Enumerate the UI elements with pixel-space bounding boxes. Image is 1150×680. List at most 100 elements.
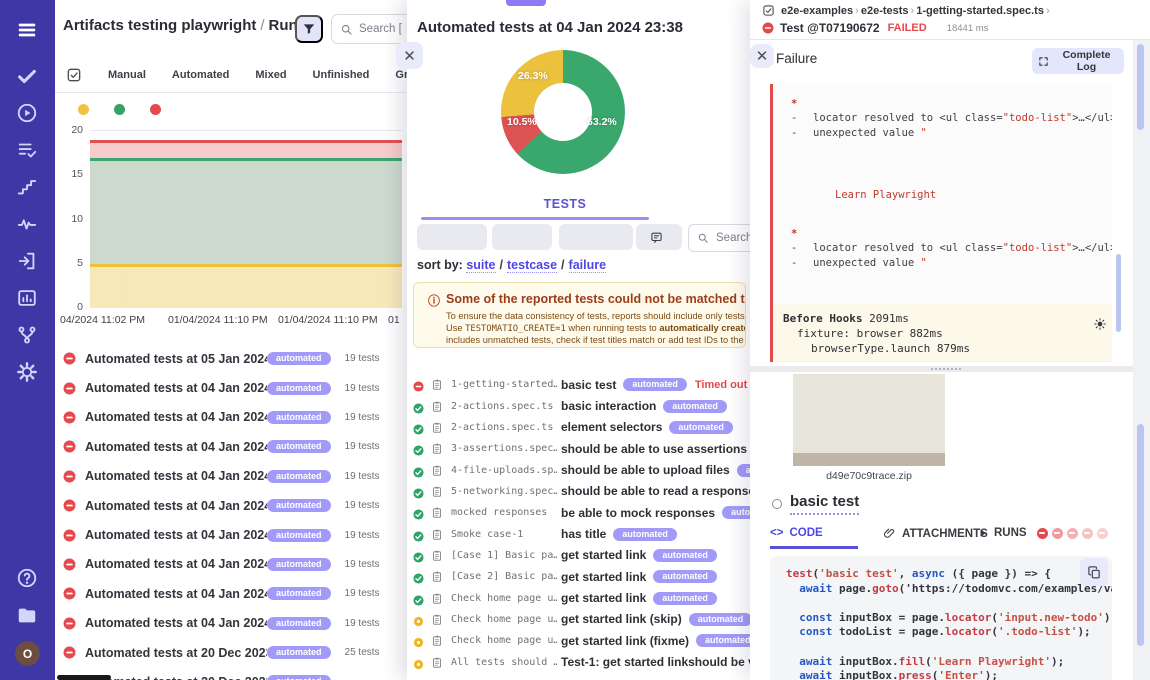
- breadcrumb-separator: /: [260, 17, 265, 34]
- copy-code-button[interactable]: [1080, 558, 1108, 586]
- test-list-item[interactable]: All tests should … Test-1: get started l…: [407, 651, 750, 672]
- run-list-item[interactable]: Automated tests at 05 Jan 2024 00:34 aut…: [55, 344, 410, 373]
- scrollbar-thumb[interactable]: [1137, 424, 1144, 646]
- sidebar-help-button[interactable]: [13, 564, 41, 592]
- divider: [750, 39, 1150, 40]
- filter-button[interactable]: [295, 15, 323, 43]
- project-title[interactable]: Artifacts testing playwright: [63, 17, 256, 34]
- run-dot[interactable]: [1096, 527, 1108, 539]
- sort-by-failure[interactable]: failure: [568, 258, 607, 273]
- steps-icon: [16, 176, 38, 198]
- theme-sun-icon[interactable]: [1093, 317, 1107, 334]
- test-list-item[interactable]: 2-actions.spec.ts element selectors auto…: [407, 417, 750, 438]
- test-list-item[interactable]: Smoke case-1 has title automated: [407, 523, 750, 544]
- test-name[interactable]: basic test: [790, 493, 860, 515]
- filter-skipped-button[interactable]: [559, 224, 633, 250]
- sort-by-suite[interactable]: suite: [466, 258, 496, 273]
- run-dot[interactable]: [1066, 527, 1078, 539]
- close-run-detail-button[interactable]: ✕: [396, 42, 423, 69]
- tests-search-placeholder: Search: [716, 232, 750, 244]
- failed-icon: [63, 617, 76, 630]
- run-list-item[interactable]: Automated tests at 04 Jan 2024 23:10 aut…: [55, 550, 410, 579]
- legend-failed[interactable]: [150, 100, 166, 118]
- sidebar-projects-button[interactable]: [13, 601, 41, 629]
- run-list-item[interactable]: Automated tests at 20 Dec 2023 07:16 aut…: [55, 638, 410, 667]
- trace-thumbnail[interactable]: [793, 374, 945, 466]
- test-list-item[interactable]: mocked responses be able to mock respons…: [407, 502, 750, 523]
- sidebar-menu-button[interactable]: [13, 16, 41, 44]
- band-failed: [90, 139, 402, 158]
- tests-count: 19 tests: [344, 500, 380, 512]
- runs-search-input[interactable]: Search [: [331, 14, 410, 44]
- avatar[interactable]: O: [15, 641, 40, 666]
- scrollbar-thumb[interactable]: [1137, 44, 1144, 130]
- sidebar-branches-button[interactable]: [13, 321, 41, 349]
- test-list-item[interactable]: [Case 1] Basic pa… get started link auto…: [407, 545, 750, 566]
- x-tick-label: 01/04/2024 11:10 PM: [168, 314, 268, 326]
- automated-badge: automated: [267, 675, 331, 680]
- clipboard-icon: [431, 378, 443, 391]
- sidebar-settings-button[interactable]: [13, 358, 41, 386]
- sort-by-testcase[interactable]: testcase: [507, 258, 558, 273]
- test-list-item[interactable]: Check home page u… get started link (fix…: [407, 630, 750, 651]
- failure-log[interactable]: * - locator resolved to <ul class="todo-li…: [770, 84, 1112, 304]
- sidebar-checklist-button[interactable]: [13, 136, 41, 164]
- clipboard-icon: [431, 570, 443, 583]
- tab-tests[interactable]: TESTS: [407, 197, 723, 211]
- suite-name: [Case 2] Basic pa…: [451, 571, 557, 583]
- tab-unfinished[interactable]: Unfinished: [313, 69, 370, 81]
- test-list-item[interactable]: 4-file-uploads.sp… should be able to upl…: [407, 459, 750, 480]
- sidebar-runs-play-button[interactable]: [13, 99, 41, 127]
- test-list-item[interactable]: Check home page u… get started link auto…: [407, 587, 750, 608]
- tab-manual[interactable]: Manual: [108, 69, 146, 81]
- sidebar-steps-button[interactable]: [13, 173, 41, 201]
- complete-log-button[interactable]: Complete Log: [1032, 48, 1124, 74]
- resize-handle[interactable]: [750, 366, 1142, 372]
- close-test-detail-button[interactable]: ✕: [750, 44, 774, 68]
- tab-code[interactable]: <> CODE: [770, 527, 823, 539]
- legend-passed[interactable]: [114, 100, 130, 118]
- run-list-item[interactable]: Automated tests at 04 Jan 2024 23:02 aut…: [55, 609, 410, 638]
- x-tick-label: 01/04/2024 11:10 PM: [278, 314, 378, 326]
- test-breadcrumb[interactable]: e2e-examples › e2e-tests › 1-getting-started…: [781, 5, 1052, 17]
- tab-automated[interactable]: Automated: [172, 69, 229, 81]
- filter-passed-button[interactable]: [417, 224, 487, 250]
- tab-mixed[interactable]: Mixed: [255, 69, 286, 81]
- test-list-item[interactable]: 5-networking.spec… should be able to rea…: [407, 481, 750, 502]
- run-list-item[interactable]: Automated tests at 04 Jan 2024 23:35 aut…: [55, 462, 410, 491]
- donut-label-skipped: 26.3%: [518, 70, 548, 82]
- passed-icon: [413, 443, 424, 456]
- sidebar-pulse-button[interactable]: [13, 210, 41, 238]
- run-dot[interactable]: [1081, 527, 1093, 539]
- run-dot[interactable]: [1036, 527, 1048, 539]
- automated-badge: automated: [267, 499, 331, 513]
- test-list-item[interactable]: 1-getting-started… basic test automated …: [407, 374, 750, 395]
- tab-attachments[interactable]: ATTACHMENTS: [883, 527, 988, 540]
- tab-runs[interactable]: RUNS: [978, 527, 1108, 539]
- run-list-item[interactable]: Automated tests at 04 Jan 2024 23:09 aut…: [55, 579, 410, 608]
- run-list-item[interactable]: Automated tests at 04 Jan 2024 23:50 aut…: [55, 373, 410, 402]
- legend-skipped[interactable]: [78, 100, 94, 118]
- donut-label-passed: 63.2%: [587, 116, 617, 128]
- log-scrollbar-thumb[interactable]: [1116, 254, 1121, 332]
- sidebar-import-button[interactable]: [13, 247, 41, 275]
- run-dot[interactable]: [1051, 527, 1063, 539]
- sidebar-analytics-button[interactable]: [13, 284, 41, 312]
- test-list-item[interactable]: Check home page u… get started link (ski…: [407, 609, 750, 630]
- test-list-item[interactable]: 2-actions.spec.ts basic interaction auto…: [407, 395, 750, 416]
- test-title: has title: [561, 527, 607, 542]
- run-list-item[interactable]: Automated tests at 04 Jan 2024 23:38 aut…: [55, 432, 410, 461]
- sidebar-tasks-button[interactable]: [13, 62, 41, 90]
- comments-filter-button[interactable]: [636, 224, 682, 250]
- run-list-item[interactable]: Automated tests at 04 Jan 2024 23:18 aut…: [55, 520, 410, 549]
- test-list-item[interactable]: 3-assertions.spec… should be able to use…: [407, 438, 750, 459]
- suite-name: [Case 1] Basic pa…: [451, 549, 557, 561]
- tests-search-input[interactable]: Search: [688, 224, 750, 252]
- filter-failed-button[interactable]: [492, 224, 552, 250]
- horizontal-scrollbar[interactable]: [57, 675, 111, 680]
- run-list-item[interactable]: Automated tests at 04 Jan 2024 23:49 aut…: [55, 403, 410, 432]
- run-list-item[interactable]: Automated tests at 04 Jan 2024 23:34 aut…: [55, 491, 410, 520]
- failed-icon: [63, 411, 76, 424]
- test-code-block[interactable]: test('basic test', async ({ page }) => {…: [770, 556, 1112, 680]
- test-list-item[interactable]: [Case 2] Basic pa… get started link auto…: [407, 566, 750, 587]
